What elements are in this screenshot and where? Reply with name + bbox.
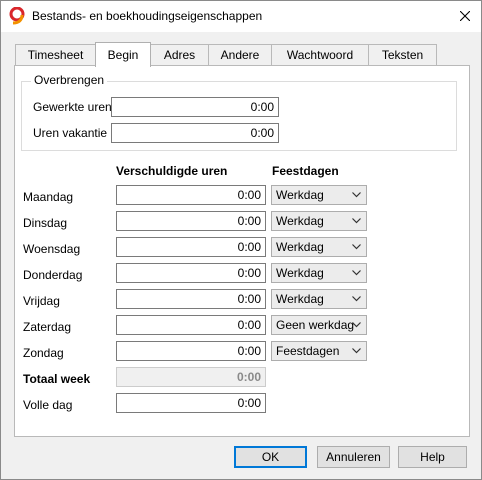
tab-adres[interactable]: Adres — [150, 44, 209, 66]
hours-field-zondag[interactable]: 0:00 — [116, 341, 266, 361]
cancel-button[interactable]: Annuleren — [317, 446, 390, 468]
total-week-field: 0:00 — [116, 367, 266, 387]
day-label-maandag: Maandag — [23, 190, 74, 204]
hours-field-woensdag[interactable]: 0:00 — [116, 237, 266, 257]
daytype-value: Werkdag — [276, 240, 324, 254]
day-label-woensdag: Woensdag — [23, 242, 81, 256]
hours-field-zaterdag[interactable]: 0:00 — [116, 315, 266, 335]
chevron-down-icon — [352, 270, 361, 276]
ok-button[interactable]: OK — [234, 446, 307, 468]
holidays-column-header: Feestdagen — [272, 164, 339, 178]
chevron-down-icon — [352, 348, 361, 354]
properties-dialog: Bestands- en boekhoudingseigenschappen T… — [0, 0, 482, 480]
window-title: Bestands- en boekhoudingseigenschappen — [32, 9, 263, 23]
day-label-zondag: Zondag — [23, 346, 64, 360]
daytype-select-donderdag[interactable]: Werkdag — [271, 263, 367, 283]
close-icon — [460, 11, 470, 21]
worked-hours-field[interactable]: 0:00 — [111, 97, 279, 117]
daytype-select-vrijdag[interactable]: Werkdag — [271, 289, 367, 309]
daytype-value: Geen werkdag — [276, 318, 355, 332]
full-day-field[interactable]: 0:00 — [116, 393, 266, 413]
daytype-value: Werkdag — [276, 214, 324, 228]
chevron-down-icon — [352, 296, 361, 302]
tab-timesheet[interactable]: Timesheet — [15, 44, 96, 66]
close-button[interactable] — [449, 3, 481, 29]
chevron-down-icon — [352, 322, 361, 328]
daytype-value: Werkdag — [276, 188, 324, 202]
day-label-vrijdag: Vrijdag — [23, 294, 60, 308]
vacation-hours-label: Uren vakantie — [33, 126, 108, 140]
chevron-down-icon — [352, 218, 361, 224]
full-day-label: Volle dag — [23, 398, 73, 412]
daytype-value: Werkdag — [276, 266, 324, 280]
title-bar: Bestands- en boekhoudingseigenschappen — [1, 1, 481, 32]
hours-field-vrijdag[interactable]: 0:00 — [116, 289, 266, 309]
chevron-down-icon — [352, 192, 361, 198]
daytype-select-woensdag[interactable]: Werkdag — [271, 237, 367, 257]
daytype-value: Werkdag — [276, 292, 324, 306]
hours-field-maandag[interactable]: 0:00 — [116, 185, 266, 205]
worked-hours-label: Gewerkte uren — [33, 100, 112, 114]
daytype-select-zondag[interactable]: Feestdagen — [271, 341, 367, 361]
chevron-down-icon — [352, 244, 361, 250]
tab-wachtwoord[interactable]: Wachtwoord — [271, 44, 369, 66]
daytype-select-zaterdag[interactable]: Geen werkdag — [271, 315, 367, 335]
tab-andere[interactable]: Andere — [208, 44, 272, 66]
help-button[interactable]: Help — [398, 446, 467, 468]
total-week-label: Totaal week — [23, 372, 91, 386]
daytype-select-dinsdag[interactable]: Werkdag — [271, 211, 367, 231]
daytype-select-maandag[interactable]: Werkdag — [271, 185, 367, 205]
day-label-dinsdag: Dinsdag — [23, 216, 68, 230]
app-logo-icon — [9, 7, 25, 25]
hours-field-donderdag[interactable]: 0:00 — [116, 263, 266, 283]
hours-field-dinsdag[interactable]: 0:00 — [116, 211, 266, 231]
tab-begin[interactable]: Begin — [95, 42, 151, 67]
day-label-zaterdag: Zaterdag — [23, 320, 72, 334]
hours-column-header: Verschuldigde uren — [116, 164, 228, 178]
daytype-value: Feestdagen — [276, 344, 340, 358]
vacation-hours-field[interactable]: 0:00 — [111, 123, 279, 143]
tab-teksten[interactable]: Teksten — [368, 44, 437, 66]
day-label-donderdag: Donderdag — [23, 268, 83, 282]
transfer-legend: Overbrengen — [31, 73, 108, 87]
